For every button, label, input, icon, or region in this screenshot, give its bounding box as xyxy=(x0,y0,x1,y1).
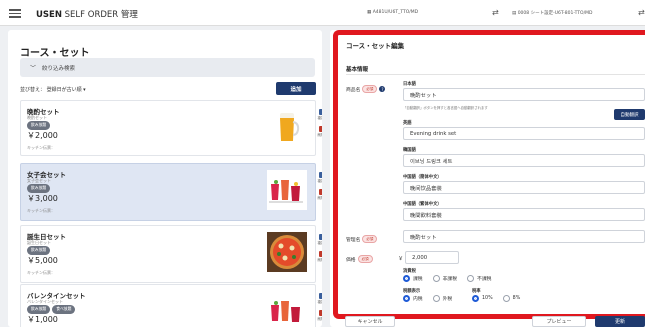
copy-button[interactable]: 複製 xyxy=(318,109,322,121)
update-button[interactable]: 更新 xyxy=(595,316,645,327)
tax-radio-group: 課税 非課税 不課税 xyxy=(403,275,491,282)
course-edit-panel: コース・セット編集 基本情報 商品名 必須 ? 日本語 晩酌セット 「自動翻訳」… xyxy=(330,30,645,327)
page-title: コース・セット xyxy=(20,48,90,59)
tax-nontaxable-radio[interactable]: 不課税 xyxy=(467,275,491,282)
device-selector[interactable]: ▦ A481U/U6T_TTO/MD xyxy=(367,10,418,15)
section-title: 基本情報 xyxy=(346,67,369,73)
delete-button[interactable]: 削除 xyxy=(318,310,322,322)
tax-inclusive-radio[interactable]: 内税 xyxy=(403,295,423,302)
rate-label: 税率 xyxy=(472,289,481,294)
price-field[interactable]: 2,000 xyxy=(405,251,459,264)
ja-name-field[interactable]: 晩酌セット xyxy=(403,88,645,101)
copy-button[interactable]: 複製 xyxy=(318,293,322,305)
zh-s-name-field[interactable]: 晚间饮品套装 xyxy=(403,181,645,194)
ja-label: 日本語 xyxy=(403,82,416,87)
cocktails-image xyxy=(267,291,307,327)
list-item[interactable]: バレンタインセット バレンタインセット 飲み放題 食べ放題 ￥1,000 複製 … xyxy=(20,284,322,327)
panel-title: コース・セット編集 xyxy=(346,42,405,50)
zh-t-label: 中国語（繁体中文） xyxy=(403,202,442,207)
tax-type-radio-group: 内税 外税 xyxy=(403,295,452,302)
chevron-down-icon: ﹀ xyxy=(30,65,37,72)
seat-selector[interactable]: ▤ 0008 シート設定-U6T-801-TTO/MD xyxy=(512,10,592,16)
zh-s-label: 中国語（簡体中文） xyxy=(403,175,442,180)
add-button[interactable]: 追加 xyxy=(276,82,316,95)
item-price: ￥3,000 xyxy=(27,194,58,203)
delete-button[interactable]: 削除 xyxy=(318,189,322,201)
switch-device-icon[interactable]: ⇄ xyxy=(492,8,499,17)
trash-icon xyxy=(318,310,322,316)
copy-button[interactable]: 複製 xyxy=(318,234,322,246)
copy-button[interactable]: 複製 xyxy=(318,172,322,184)
preview-button[interactable]: プレビュー xyxy=(532,316,586,327)
badge: 飲み放題 xyxy=(27,305,51,314)
tax-type-label: 税額表示 xyxy=(403,289,421,294)
kitchen-slip: キッチン伝票： xyxy=(27,208,55,213)
en-name-field[interactable]: Evening drink set xyxy=(403,127,645,140)
badge: 食べ放題 xyxy=(52,305,76,314)
beer-image xyxy=(267,107,307,147)
yen-symbol: ￥ xyxy=(398,256,404,262)
kitchen-slip: キッチン伝票： xyxy=(27,270,55,275)
menu-icon[interactable] xyxy=(9,9,21,18)
item-price: ￥1,000 xyxy=(27,315,58,324)
switch-seat-icon[interactable]: ⇄ xyxy=(638,8,645,17)
top-bar: USEN SELF ORDER 管理 ▦ A481U/U6T_TTO/MD ⇄ … xyxy=(0,0,645,26)
delete-button[interactable]: 削除 xyxy=(318,126,322,138)
copy-icon xyxy=(318,234,322,240)
mgmt-name-field[interactable]: 晩酌セット xyxy=(403,230,645,243)
trash-icon xyxy=(318,189,322,195)
filter-toggle[interactable]: ﹀ 絞り込み検索 xyxy=(20,58,315,77)
badge: 飲み放題 xyxy=(27,121,51,130)
filter-label: 絞り込み検索 xyxy=(42,65,76,72)
help-icon[interactable]: ? xyxy=(379,86,386,92)
ko-label: 韓国語 xyxy=(403,148,416,153)
app-title: USEN SELF ORDER 管理 xyxy=(36,10,138,20)
mgmt-name-label: 管理名 必須 xyxy=(346,235,378,243)
list-item[interactable]: 晩酌セット 晩酌セット 飲み放題 ￥2,000 キッチン伝票： 複製 削除 xyxy=(20,100,322,156)
trash-icon xyxy=(318,126,322,132)
course-list-panel: コース・セット ﹀ 絞り込み検索 並び替え： 登録日が古い順 ▾ 追加 晩酌セッ… xyxy=(8,30,322,327)
rate-10-radio[interactable]: 10% xyxy=(472,295,493,302)
item-price: ￥2,000 xyxy=(27,131,58,140)
zh-t-name-field[interactable]: 晚間飲料套裝 xyxy=(403,208,645,221)
auto-translate-button[interactable]: 自動翻訳 xyxy=(614,109,645,120)
tax-taxable-radio[interactable]: 課税 xyxy=(403,275,423,282)
copy-icon xyxy=(318,293,322,299)
product-name-label: 商品名 必須 ? xyxy=(346,85,386,93)
rate-8-radio[interactable]: 8% xyxy=(502,295,520,302)
trash-icon xyxy=(318,251,322,257)
sort-select[interactable]: 並び替え： 登録日が古い順 ▾ xyxy=(20,86,86,93)
ko-name-field[interactable]: 이브닝 드링크 세트 xyxy=(403,154,645,167)
auto-translate-note: 「自動翻訳」ボタンを押すと各言語へ自動翻訳されます xyxy=(403,106,488,110)
cancel-button[interactable]: キャンセル xyxy=(345,316,395,327)
list-item-selected[interactable]: 女子会セット 女子会セット 飲み放題 ￥3,000 キッチン伝票： 複製 削除 xyxy=(20,163,322,221)
required-badge: 必須 xyxy=(362,235,378,243)
price-label: 価格 必須 xyxy=(346,255,373,263)
copy-icon xyxy=(318,172,322,178)
kitchen-slip: キッチン伝票： xyxy=(27,145,55,150)
item-price: ￥5,000 xyxy=(27,256,58,265)
required-badge: 必須 xyxy=(362,85,378,93)
tax-exclusive-radio[interactable]: 外税 xyxy=(432,295,452,302)
en-label: 英語 xyxy=(403,121,412,126)
badge: 飲み放題 xyxy=(27,246,51,255)
list-item[interactable]: 誕生日セット 誕生日セット 飲み放題 ￥5,000 キッチン伝票： 複製 削除 xyxy=(20,225,322,283)
badge: 飲み放題 xyxy=(27,184,51,193)
tax-label: 消費税 xyxy=(403,269,416,274)
tax-exempt-radio[interactable]: 非課税 xyxy=(432,275,457,282)
copy-icon xyxy=(318,109,322,115)
rate-radio-group: 10% 8% xyxy=(472,295,520,302)
pizza-image xyxy=(267,232,307,272)
cocktails-image xyxy=(267,170,307,210)
divider xyxy=(346,74,645,75)
delete-button[interactable]: 削除 xyxy=(318,251,322,263)
required-badge: 必須 xyxy=(357,255,373,263)
